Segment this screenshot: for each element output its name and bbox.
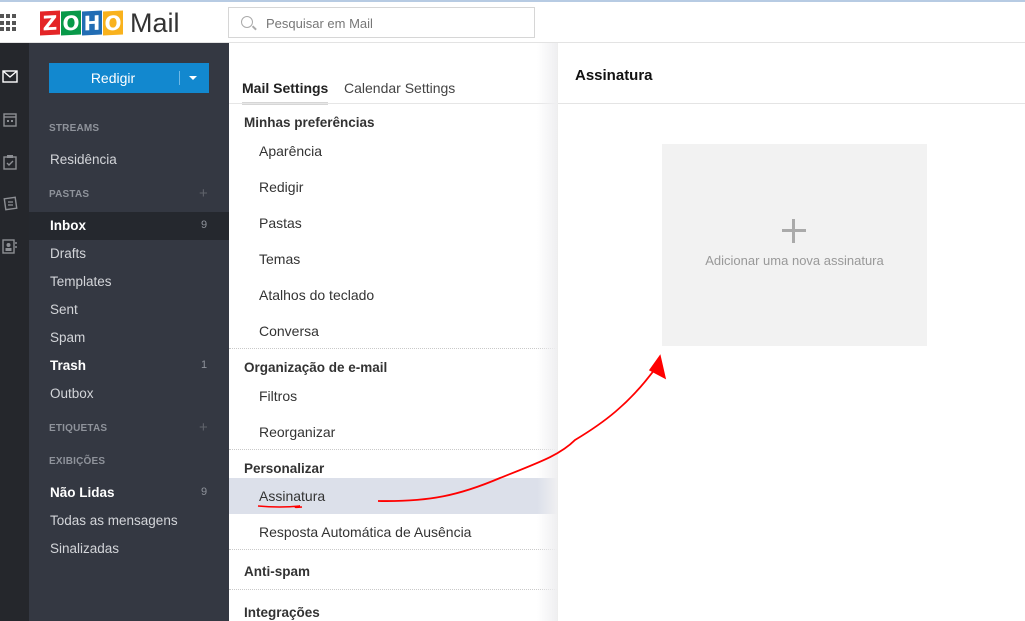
view-item-all-messages[interactable]: Todas as mensagens — [29, 507, 229, 535]
logo-letter-h: H — [82, 10, 102, 36]
top-bar: Z O H O Mail Pesquisar em Mail — [0, 0, 1025, 43]
tab-calendar-settings[interactable]: Calendar Settings — [344, 80, 455, 102]
contacts-icon[interactable] — [2, 239, 18, 254]
mail-icon[interactable] — [2, 70, 18, 84]
stream-label: Residência — [50, 152, 117, 167]
add-folder-icon[interactable]: + — [199, 186, 208, 201]
app-rail — [0, 43, 29, 621]
group-divider — [229, 348, 557, 349]
compose-button[interactable]: Redigir — [49, 63, 209, 93]
view-item-unread[interactable]: Não Lidas 9 — [29, 479, 229, 507]
folder-label: Outbox — [50, 386, 94, 401]
settings-item-label: Resposta Automática de Ausência — [259, 524, 472, 540]
app-grid-icon[interactable] — [0, 14, 18, 32]
folder-item-templates[interactable]: Templates — [29, 268, 229, 296]
logo-app-name: Mail — [130, 7, 180, 38]
logo-letter-o: O — [103, 10, 123, 36]
folder-item-trash[interactable]: Trash 1 — [29, 352, 229, 380]
search-placeholder: Pesquisar em Mail — [266, 16, 373, 31]
tabs-divider — [229, 103, 557, 104]
settings-item-label: Redigir — [259, 179, 304, 195]
logo-letter-o: O — [61, 10, 81, 36]
group-heading-anti-spam[interactable]: Anti-spam — [244, 564, 310, 579]
logo-letter-z: Z — [40, 10, 60, 36]
streams-heading: STREAMS — [49, 123, 100, 134]
panel-title: Assinatura — [575, 67, 653, 84]
calendar-icon[interactable] — [2, 112, 18, 127]
folders-heading: PASTAS — [49, 189, 90, 200]
settings-item-vacation-reply[interactable]: Resposta Automática de Ausência — [229, 514, 557, 550]
settings-item-folders[interactable]: Pastas — [229, 205, 557, 241]
group-heading-integrations[interactable]: Integrações — [244, 605, 320, 620]
search-input[interactable]: Pesquisar em Mail — [228, 7, 535, 38]
group-heading-mail-organization: Organização de e-mail — [244, 360, 388, 375]
view-label: Sinalizadas — [50, 541, 120, 556]
folder-item-spam[interactable]: Spam — [29, 324, 229, 352]
views-heading: EXIBIÇÕES — [49, 456, 106, 467]
folder-label: Drafts — [50, 246, 87, 261]
mail-sidebar: Redigir STREAMS Residência PASTAS + Inbo… — [29, 43, 229, 621]
settings-item-label: Pastas — [259, 215, 302, 231]
settings-item-reorganize[interactable]: Reorganizar — [229, 414, 557, 450]
tags-heading: ETIQUETAS — [49, 423, 108, 434]
tasks-icon[interactable] — [2, 154, 18, 170]
folder-label: Sent — [50, 302, 78, 317]
folder-item-drafts[interactable]: Drafts — [29, 240, 229, 268]
settings-item-signature[interactable]: Assinatura — [229, 478, 557, 514]
settings-item-label: Assinatura — [259, 488, 326, 504]
group-divider — [229, 549, 557, 550]
group-heading-preferences: Minhas preferências — [244, 115, 375, 130]
folder-label: Spam — [50, 330, 86, 345]
panel-divider — [558, 103, 1025, 104]
compose-dropdown-icon[interactable] — [189, 76, 197, 80]
add-signature-label: Adicionar uma nova assinatura — [705, 253, 884, 268]
view-label: Todas as mensagens — [50, 513, 178, 528]
settings-item-label: Conversa — [259, 323, 319, 339]
settings-menu: Mail Settings Calendar Settings Minhas p… — [229, 43, 557, 621]
unread-count: 9 — [201, 486, 208, 498]
unread-count: 9 — [201, 219, 208, 231]
view-label: Não Lidas — [50, 485, 115, 500]
tab-mail-settings[interactable]: Mail Settings — [242, 80, 329, 105]
settings-item-label: Reorganizar — [259, 424, 336, 440]
folder-label: Inbox — [50, 218, 86, 233]
signature-panel: Assinatura Adicionar uma nova assinatura — [557, 43, 1025, 621]
unread-count: 1 — [201, 359, 208, 371]
zoho-mail-logo[interactable]: Z O H O Mail — [40, 7, 180, 38]
add-tag-icon[interactable]: + — [199, 420, 208, 435]
settings-item-compose[interactable]: Redigir — [229, 169, 557, 205]
settings-item-label: Filtros — [259, 388, 298, 404]
settings-item-label: Atalhos do teclado — [259, 287, 375, 303]
settings-item-appearance[interactable]: Aparência — [229, 133, 557, 169]
folder-item-inbox[interactable]: Inbox 9 — [29, 212, 229, 240]
settings-item-conversation[interactable]: Conversa — [229, 313, 557, 349]
folder-label: Templates — [50, 274, 112, 289]
settings-item-filters[interactable]: Filtros — [229, 378, 557, 414]
group-divider — [229, 589, 557, 590]
settings-item-label: Temas — [259, 251, 301, 267]
stream-item[interactable]: Residência — [29, 146, 229, 174]
folder-item-outbox[interactable]: Outbox — [29, 380, 229, 408]
compose-label: Redigir — [90, 70, 136, 86]
plus-icon — [782, 219, 806, 243]
settings-item-label: Aparência — [259, 143, 323, 159]
add-signature-card[interactable]: Adicionar uma nova assinatura — [662, 144, 927, 346]
notes-icon[interactable] — [2, 196, 18, 211]
view-item-flagged[interactable]: Sinalizadas — [29, 535, 229, 563]
group-heading-personalize: Personalizar — [244, 461, 325, 476]
settings-item-keyboard-shortcuts[interactable]: Atalhos do teclado — [229, 277, 557, 313]
group-divider — [229, 449, 557, 450]
settings-item-themes[interactable]: Temas — [229, 241, 557, 277]
compose-divider — [179, 71, 180, 85]
folder-label: Trash — [50, 358, 87, 373]
folder-item-sent[interactable]: Sent — [29, 296, 229, 324]
search-icon — [241, 16, 253, 28]
